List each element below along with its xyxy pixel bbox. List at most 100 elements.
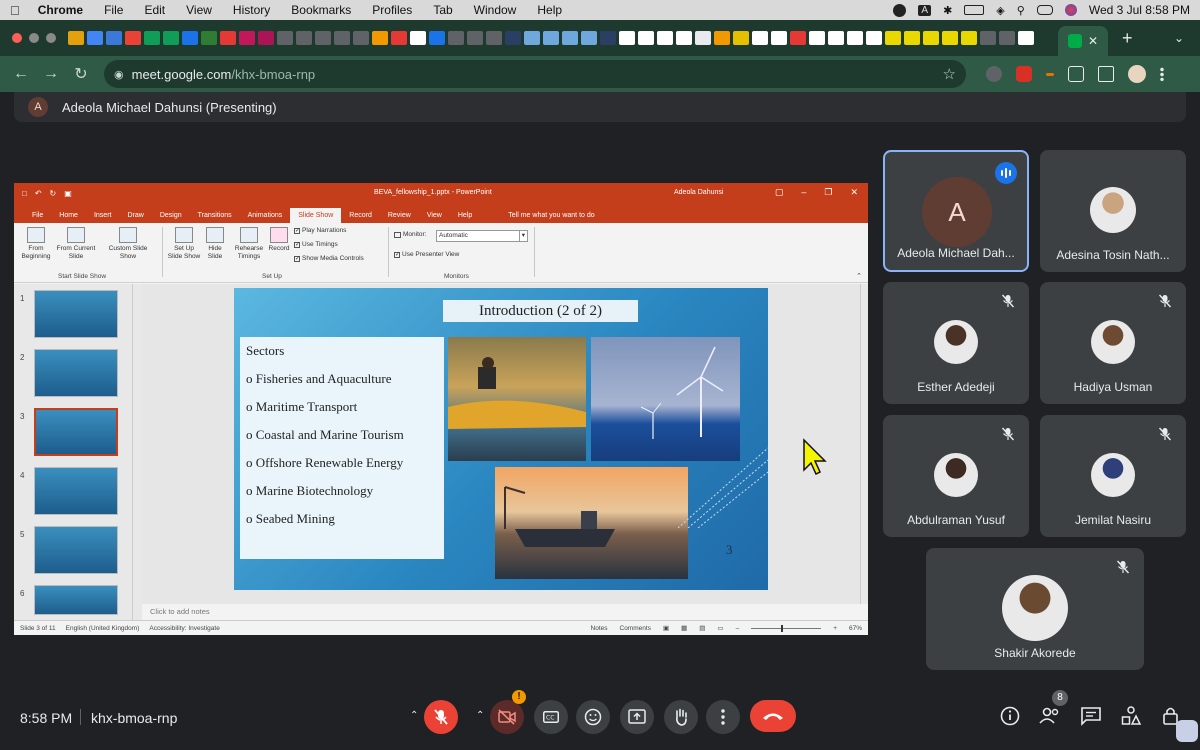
pinned-tab-favicon-icon[interactable] [125,31,141,45]
pinned-tab-favicon-icon[interactable] [87,31,103,45]
pinned-tab-favicon-icon[interactable] [733,31,749,45]
tab-search-chevron-icon[interactable]: ⌄ [1174,31,1184,45]
pinned-tab-favicon-icon[interactable] [695,31,711,45]
pinned-tab-favicon-icon[interactable] [410,31,426,45]
video-settings-chevron-icon[interactable]: ⌃ [476,710,484,721]
raise-hand-button[interactable] [664,700,698,734]
pinned-tab-favicon-icon[interactable] [106,31,122,45]
present-now-button[interactable] [620,700,654,734]
pinned-tab-favicon-icon[interactable] [315,31,331,45]
pinned-tab-favicon-icon[interactable] [144,31,160,45]
pinned-tab-favicon-icon[interactable] [334,31,350,45]
grammarly-icon[interactable] [893,3,907,17]
siri-icon[interactable] [1064,4,1077,16]
audio-settings-chevron-icon[interactable]: ⌃ [410,710,418,721]
pinned-tab-favicon-icon[interactable] [277,31,293,45]
pinned-tab-favicon-icon[interactable] [239,31,255,45]
menubar-clock[interactable]: Wed 3 Jul 8:58 PM [1089,3,1190,17]
participant-tile[interactable]: Hadiya Usman [1040,282,1186,404]
pinned-tab-favicon-icon[interactable] [353,31,369,45]
pinned-tab-favicon-icon[interactable] [467,31,483,45]
meeting-code[interactable]: khx-bmoa-rnp [91,710,177,726]
pinned-tab-favicon-icon[interactable] [638,31,654,45]
wifi-icon[interactable]: ◈ [996,4,1004,17]
address-bar[interactable]: ◉ meet.google.com/khx-bmoa-rnp ☆ [104,60,966,88]
apple-menu-icon[interactable]:  [10,3,20,18]
pinned-tab-favicon-icon[interactable] [771,31,787,45]
pinned-tab-favicon-icon[interactable] [790,31,806,45]
pinned-tab-favicon-icon[interactable] [714,31,730,45]
menu-tab[interactable]: Tab [433,3,452,17]
activities-icon[interactable] [1120,705,1142,727]
pinned-tab-favicon-icon[interactable] [904,31,920,45]
new-tab-button[interactable]: + [1122,28,1133,49]
more-options-button[interactable] [706,700,740,734]
pinned-tab-favicon-icon[interactable] [182,31,198,45]
menu-profiles[interactable]: Profiles [372,3,412,17]
reactions-button[interactable] [576,700,610,734]
menu-file[interactable]: File [104,3,123,17]
grammarly-extension-icon[interactable] [986,66,1002,82]
input-source-indicator[interactable]: A [918,4,932,16]
pinned-tab-favicon-icon[interactable] [619,31,635,45]
bluetooth-icon[interactable]: ✱ [943,4,952,17]
pinned-tab-favicon-icon[interactable] [372,31,388,45]
pinned-tab-favicon-icon[interactable] [866,31,882,45]
pinned-tab-favicon-icon[interactable] [562,31,578,45]
back-arrow-icon[interactable]: ← [6,65,36,83]
bookmark-star-icon[interactable]: ☆ [943,65,956,83]
profile-avatar[interactable] [1128,65,1146,83]
pinned-tab-favicon-icon[interactable] [657,31,673,45]
notion-extension-icon[interactable] [1068,66,1084,82]
menu-help[interactable]: Help [537,3,562,17]
control-center-icon[interactable] [1036,5,1053,15]
leave-call-button[interactable] [750,700,796,732]
pinned-tab-favicon-icon[interactable] [752,31,768,45]
extensions-puzzle-icon[interactable] [1098,66,1114,82]
pinned-tab-favicon-icon[interactable] [543,31,559,45]
participant-tile[interactable]: A Adeola Michael Dah... [883,150,1029,272]
pinned-tab-favicon-icon[interactable] [68,31,84,45]
pinned-tab-favicon-icon[interactable] [448,31,464,45]
pinned-tab-favicon-icon[interactable] [809,31,825,45]
minimize-window-button[interactable] [29,33,39,43]
menu-window[interactable]: Window [474,3,517,17]
menu-edit[interactable]: Edit [144,3,165,17]
zoom-window-button[interactable] [46,33,56,43]
pinned-tab-favicon-icon[interactable] [429,31,445,45]
participant-tile[interactable]: Abdulraman Yusuf [883,415,1029,537]
menu-chrome[interactable]: Chrome [38,3,83,17]
pinned-tab-favicon-icon[interactable] [942,31,958,45]
microphone-toggle-button[interactable] [424,700,458,734]
reload-icon[interactable]: ↻ [66,64,96,84]
pinned-tab-favicon-icon[interactable] [923,31,939,45]
close-window-button[interactable] [12,33,22,43]
pinned-tab-favicon-icon[interactable] [258,31,274,45]
pinned-tab-favicon-icon[interactable] [524,31,540,45]
companion-widget-icon[interactable] [1176,720,1198,742]
close-tab-icon[interactable]: ✕ [1088,34,1098,48]
spotlight-search-icon[interactable]: ⚲ [1017,4,1025,17]
adblock-plus-icon[interactable] [1016,66,1032,82]
meeting-details-icon[interactable] [999,705,1021,727]
participant-tile[interactable]: Jemilat Nasiru [1040,415,1186,537]
pinned-tab-favicon-icon[interactable] [505,31,521,45]
site-info-icon[interactable]: ◉ [114,68,124,81]
pinned-tab-favicon-icon[interactable] [296,31,312,45]
pinned-tab-favicon-icon[interactable] [847,31,863,45]
captions-button[interactable]: CC [534,700,568,734]
pinned-tab-favicon-icon[interactable] [163,31,179,45]
pinned-tab-favicon-icon[interactable] [581,31,597,45]
forward-arrow-icon[interactable]: → [36,65,66,83]
pinned-tab-favicon-icon[interactable] [201,31,217,45]
extension-icon[interactable] [1046,72,1054,76]
people-icon[interactable] [1038,705,1060,727]
menu-history[interactable]: History [233,3,270,17]
pinned-tab-favicon-icon[interactable] [885,31,901,45]
pinned-tab-favicon-icon[interactable] [600,31,616,45]
participant-tile[interactable]: Esther Adedeji [883,282,1029,404]
pinned-tab-favicon-icon[interactable] [980,31,996,45]
camera-toggle-button[interactable] [490,700,524,734]
pinned-tab-favicon-icon[interactable] [391,31,407,45]
participant-tile[interactable]: Shakir Akorede [926,548,1144,670]
